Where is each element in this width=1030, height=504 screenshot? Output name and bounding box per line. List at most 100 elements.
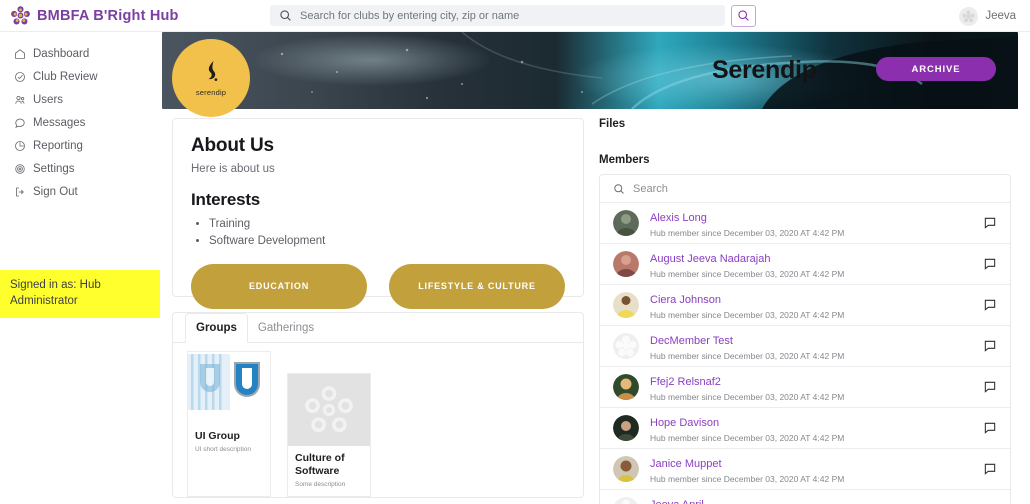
- club-logo: serendip: [172, 39, 250, 117]
- club-hero-banner: Serendip ARCHIVE: [162, 32, 1018, 109]
- search-icon: [279, 9, 292, 22]
- avatar: [613, 292, 639, 318]
- archive-button[interactable]: ARCHIVE: [876, 57, 996, 81]
- category-tag-education[interactable]: EDUCATION: [191, 263, 367, 309]
- group-description: UI short description: [195, 446, 251, 454]
- table-row[interactable]: DecMember Test Hub member since December…: [600, 326, 1010, 367]
- chat-icon[interactable]: [983, 257, 997, 271]
- interests-heading: Interests: [191, 190, 261, 209]
- chat-icon[interactable]: [983, 339, 997, 353]
- member-search-placeholder: Search: [633, 182, 668, 195]
- table-row[interactable]: Ciera Johnson Hub member since December …: [600, 285, 1010, 326]
- lightning-bolt-icon: [202, 60, 221, 84]
- search-input[interactable]: Search for clubs by entering city, zip o…: [270, 5, 725, 26]
- member-info: Janice Muppet Hub member since December …: [650, 454, 972, 484]
- member-name[interactable]: Ffej2 Relsnaf2: [650, 376, 721, 388]
- page-title: Serendip: [712, 56, 817, 84]
- flower-star-logo-icon: [11, 6, 30, 25]
- sidebar-item-label: Dashboard: [33, 47, 90, 60]
- group-list: UI Group UI short description Culture of…: [173, 343, 583, 497]
- sidebar-item-messages[interactable]: Messages: [0, 111, 160, 134]
- avatar: [613, 251, 639, 277]
- list-item: Software Development: [209, 233, 565, 250]
- brand[interactable]: BMBFA B'Right Hub: [0, 6, 270, 25]
- group-card-body: Culture of Software Some description: [288, 446, 370, 496]
- groups-card: Groups Gatherings UI Group UI short desc…: [172, 312, 584, 498]
- member-name[interactable]: Alexis Long: [650, 212, 707, 224]
- sidebar-item-label: Messages: [33, 116, 86, 129]
- member-since: Hub member since December 03, 2020 AT 4:…: [650, 269, 845, 279]
- table-row[interactable]: August Jeeva Nadarajah Hub member since …: [600, 244, 1010, 285]
- sidebar: Dashboard Club Review Users Messages Rep…: [0, 32, 160, 504]
- avatar: [959, 6, 979, 26]
- member-info: Alexis Long Hub member since December 03…: [650, 208, 972, 238]
- avatar: [613, 415, 639, 441]
- sidebar-item-club-review[interactable]: Club Review: [0, 65, 160, 88]
- member-name[interactable]: Hope Davison: [650, 417, 719, 429]
- group-title: UI Group: [195, 430, 240, 442]
- search-submit-button[interactable]: [731, 4, 756, 27]
- avatar: [613, 497, 639, 504]
- group-card-body: UI Group UI short description: [188, 424, 270, 461]
- pie-chart-icon: [13, 139, 26, 152]
- member-info: Ciera Johnson Hub member since December …: [650, 290, 972, 320]
- member-name[interactable]: Ciera Johnson: [650, 294, 721, 306]
- group-description: Some description: [295, 481, 346, 489]
- category-tag-lifestyle-culture[interactable]: LIFESTYLE & CULTURE: [389, 263, 565, 309]
- avatar: [613, 333, 639, 359]
- tab-groups[interactable]: Groups: [185, 313, 248, 343]
- member-since: Hub member since December 03, 2020 AT 4:…: [650, 392, 845, 402]
- right-column: Files Members Search Alexis Long Hub mem…: [599, 118, 1011, 504]
- gear-icon: [13, 162, 26, 175]
- member-since: Hub member since December 03, 2020 AT 4:…: [650, 474, 845, 484]
- table-row[interactable]: Jeeva April Hub member since December 03…: [600, 490, 1010, 504]
- check-circle-icon: [13, 70, 26, 83]
- group-title: Culture of Software: [295, 452, 345, 478]
- chat-icon[interactable]: [983, 462, 997, 476]
- table-row[interactable]: Ffej2 Relsnaf2 Hub member since December…: [600, 367, 1010, 408]
- member-since: Hub member since December 03, 2020 AT 4:…: [650, 351, 845, 361]
- sidebar-item-dashboard[interactable]: Dashboard: [0, 42, 160, 65]
- group-card-ui-group[interactable]: UI Group UI short description: [187, 351, 271, 497]
- member-name[interactable]: Janice Muppet: [650, 458, 722, 470]
- member-info: DecMember Test Hub member since December…: [650, 331, 972, 361]
- blue-shield-u-logo-icon: [188, 352, 270, 424]
- groups-tabs: Groups Gatherings: [173, 313, 583, 343]
- member-name[interactable]: August Jeeva Nadarajah: [650, 253, 770, 265]
- avatar: [613, 210, 639, 236]
- group-card-culture-of-software[interactable]: Culture of Software Some description: [287, 373, 371, 497]
- chat-icon[interactable]: [983, 421, 997, 435]
- member-name[interactable]: Jeeva April: [650, 499, 704, 504]
- table-row[interactable]: Janice Muppet Hub member since December …: [600, 449, 1010, 490]
- brand-title: BMBFA B'Right Hub: [37, 7, 179, 24]
- category-tags: EDUCATION LIFESTYLE & CULTURE: [191, 263, 565, 309]
- tab-gatherings[interactable]: Gatherings: [248, 313, 324, 343]
- signed-in-banner: Signed in as: Hub Administrator: [0, 270, 160, 319]
- chat-icon[interactable]: [983, 298, 997, 312]
- member-since: Hub member since December 03, 2020 AT 4:…: [650, 228, 845, 238]
- sidebar-item-reporting[interactable]: Reporting: [0, 134, 160, 157]
- table-row[interactable]: Alexis Long Hub member since December 03…: [600, 203, 1010, 244]
- avatar: [613, 374, 639, 400]
- member-name[interactable]: DecMember Test: [650, 335, 733, 347]
- sidebar-item-users[interactable]: Users: [0, 88, 160, 111]
- sidebar-item-sign-out[interactable]: Sign Out: [0, 180, 160, 203]
- about-heading: About Us: [191, 135, 274, 156]
- about-us-card: About Us Here is about us Interests Trai…: [172, 118, 584, 309]
- member-info: Jeeva April Hub member since December 03…: [650, 495, 972, 504]
- sidebar-item-settings[interactable]: Settings: [0, 157, 160, 180]
- user-menu[interactable]: Jeeva: [959, 0, 1016, 32]
- sidebar-item-label: Reporting: [33, 139, 83, 152]
- search-placeholder: Search for clubs by entering city, zip o…: [300, 9, 520, 22]
- sidebar-item-label: Settings: [33, 162, 75, 175]
- member-since: Hub member since December 03, 2020 AT 4:…: [650, 433, 845, 443]
- table-row[interactable]: Hope Davison Hub member since December 0…: [600, 408, 1010, 449]
- club-logo-label: serendip: [195, 87, 227, 97]
- member-search-input[interactable]: Search: [600, 175, 1010, 203]
- chat-icon[interactable]: [983, 216, 997, 230]
- member-info: Hope Davison Hub member since December 0…: [650, 413, 972, 443]
- members-section-title: Members: [599, 154, 650, 166]
- global-search: Search for clubs by entering city, zip o…: [270, 4, 756, 27]
- chat-icon[interactable]: [983, 380, 997, 394]
- top-bar: BMBFA B'Right Hub Search for clubs by en…: [0, 0, 1030, 32]
